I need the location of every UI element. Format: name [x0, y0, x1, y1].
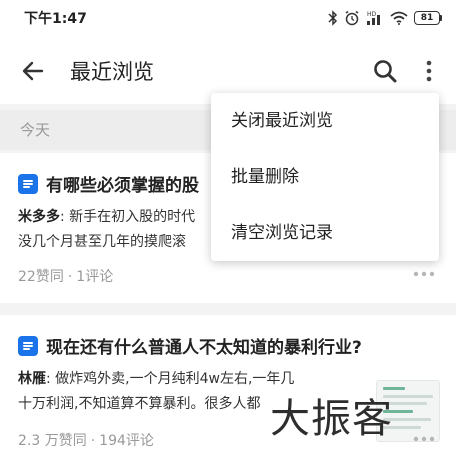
battery-level: 81 [414, 11, 440, 25]
card-title-row: 有哪些必须掌握的股 [18, 171, 199, 196]
card-author: 林雁 [18, 371, 46, 387]
svg-text:HD: HD [367, 11, 377, 18]
more-horiz-icon[interactable] [413, 436, 435, 442]
menu-item-clear-history[interactable]: 清空浏览记录 [211, 205, 439, 261]
likes-count: 2.3 万赞同 [18, 433, 87, 449]
stats-separator: · [67, 269, 73, 285]
status-icons: HD 81 [328, 10, 442, 26]
watermark: 大振客 [270, 396, 393, 442]
excerpt-line-1: : 做炸鸡外卖,一个月纯利4w左右,一年几 [46, 371, 295, 387]
wifi-icon [390, 11, 408, 25]
back-arrow-icon[interactable] [20, 58, 46, 84]
menu-item-close-recent[interactable]: 关闭最近浏览 [211, 93, 439, 149]
article-icon [18, 335, 38, 356]
battery-icon: 81 [414, 11, 442, 25]
hd-signal-icon: HD [367, 11, 380, 25]
alarm-icon [345, 10, 359, 26]
search-icon[interactable] [372, 58, 398, 84]
page-title: 最近浏览 [70, 60, 154, 84]
more-horiz-icon[interactable] [413, 271, 435, 277]
status-bar: 下午1:47 HD 81 [0, 0, 456, 36]
stats-separator: · [90, 433, 96, 449]
card-stats: 2.3 万赞同 · 194评论 [18, 430, 154, 450]
comments-count: 194评论 [99, 433, 154, 449]
likes-count: 22赞同 [18, 269, 64, 285]
card-stats: 22赞同 · 1评论 [18, 266, 113, 286]
excerpt-line-1: : 新手在初入股的时代 [60, 209, 196, 225]
bluetooth-icon [328, 10, 338, 26]
card-title: 现在还有什么普通人不太知道的暴利行业? [46, 338, 362, 358]
more-vert-icon[interactable] [416, 58, 442, 84]
status-time: 下午1:47 [24, 11, 87, 27]
article-icon [18, 173, 38, 194]
overflow-menu: 关闭最近浏览 批量删除 清空浏览记录 [211, 93, 439, 261]
card-author: 米多多 [18, 209, 60, 225]
comments-count: 1评论 [76, 269, 114, 285]
card-title: 有哪些必须掌握的股 [46, 176, 199, 196]
card-title-row: 现在还有什么普通人不太知道的暴利行业? [18, 333, 362, 358]
menu-item-batch-delete[interactable]: 批量删除 [211, 149, 439, 205]
